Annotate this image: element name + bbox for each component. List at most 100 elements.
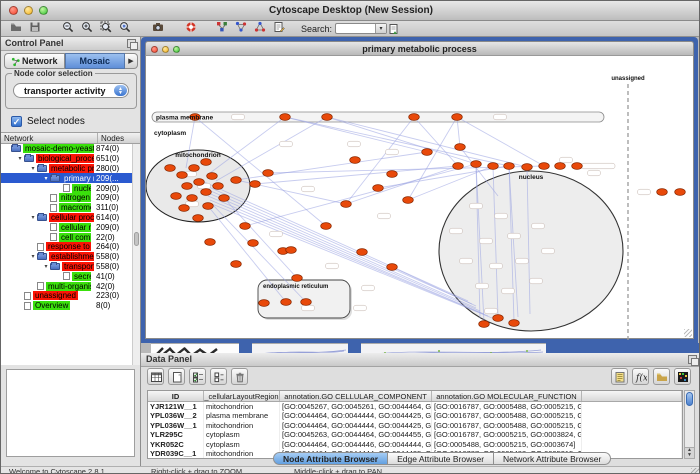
background-window-fragment[interactable] <box>151 343 239 353</box>
network-node[interactable] <box>194 179 205 186</box>
network-node[interactable] <box>373 185 384 192</box>
attribute-table-header[interactable]: ID_cellularLayoutRegionannotation.GO CEL… <box>148 391 682 402</box>
window-resize-grip[interactable] <box>684 329 692 337</box>
network-node[interactable] <box>201 189 212 196</box>
network-node[interactable] <box>301 299 312 306</box>
attribute-list-button[interactable] <box>611 368 628 385</box>
search-input[interactable]: ▾ <box>335 23 387 34</box>
network-node[interactable] <box>657 189 668 196</box>
network-node[interactable] <box>207 173 218 180</box>
app-resize-grip[interactable] <box>691 468 699 474</box>
tree-row[interactable]: Overview8(0) <box>1 301 140 311</box>
network-edge[interactable] <box>408 117 457 200</box>
network-node[interactable] <box>231 261 242 268</box>
network-node[interactable] <box>341 201 352 208</box>
network-node[interactable] <box>675 189 686 196</box>
network-node[interactable] <box>488 163 499 170</box>
network-node[interactable] <box>286 247 297 254</box>
network-node[interactable] <box>509 320 520 327</box>
network-node[interactable] <box>493 315 504 322</box>
network-edge[interactable] <box>346 166 458 204</box>
network-node[interactable] <box>387 264 398 271</box>
network-view-window[interactable]: primary metabolic process plasma membran… <box>141 37 698 343</box>
network-edge[interactable] <box>255 166 458 184</box>
network-node[interactable] <box>240 223 251 230</box>
tab-node-attribute-browser[interactable]: Node Attribute Browser <box>273 452 388 465</box>
tree-row[interactable]: ▾cellular process614(0) <box>1 213 140 223</box>
network-node[interactable] <box>539 163 550 170</box>
table-row[interactable]: YKR052Ccytoplasm[GO:0044464, GO:0044446,… <box>148 440 682 449</box>
tree-row[interactable]: ▾metabolic process280(0) <box>1 164 140 174</box>
tree-row[interactable]: mosaic-demo-yeast874(0) <box>1 144 140 154</box>
tree-row[interactable]: unassigned223(0) <box>1 291 140 301</box>
network-node[interactable] <box>201 159 212 166</box>
background-window-fragment[interactable] <box>361 343 546 353</box>
open-session-icon[interactable] <box>9 20 23 33</box>
network-node[interactable] <box>177 172 188 179</box>
attribute-table[interactable]: ID_cellularLayoutRegionannotation.GO CEL… <box>147 390 683 459</box>
table-row[interactable]: YPL036W__2plasma membrane[GO:0044464, GO… <box>148 411 682 420</box>
tree-row[interactable]: ▾establishment of lo558(0) <box>1 252 140 262</box>
network-canvas[interactable]: plasma membranecytoplasmmitochondrionnuc… <box>145 55 694 339</box>
column-header[interactable]: ID <box>148 391 204 401</box>
unselect-all-attributes-button[interactable] <box>210 368 227 385</box>
table-row[interactable]: YLR295Ccytoplasm[GO:0045263, GO:0044464,… <box>148 430 682 439</box>
float-panel-icon[interactable] <box>127 39 136 48</box>
apply-layout-alt-icon[interactable] <box>253 20 267 33</box>
tree-row[interactable]: multi-organism pro42(0) <box>1 281 140 291</box>
network-edge[interactable] <box>414 117 458 166</box>
zoom-out-icon[interactable] <box>61 20 75 33</box>
tab-mosaic[interactable]: Mosaic <box>65 53 126 69</box>
column-header[interactable] <box>582 391 682 401</box>
help-icon[interactable] <box>184 20 198 33</box>
network-node[interactable] <box>263 170 274 177</box>
network-node[interactable] <box>322 114 333 121</box>
background-window-border[interactable] <box>546 343 700 353</box>
network-node[interactable] <box>179 205 190 212</box>
attribute-table-button[interactable] <box>147 368 164 385</box>
network-node[interactable] <box>403 197 414 204</box>
tree-expander-icon[interactable]: ▾ <box>29 165 37 172</box>
network-node[interactable] <box>250 181 261 188</box>
network-node[interactable] <box>422 149 433 156</box>
tree-row[interactable]: response to stimulu264(0) <box>1 242 140 252</box>
tree-expander-icon[interactable]: ▾ <box>29 214 37 221</box>
network-node[interactable] <box>248 240 259 247</box>
network-overview-icon[interactable] <box>215 20 229 33</box>
network-node[interactable] <box>555 163 566 170</box>
tree-scrollbar[interactable] <box>132 144 140 365</box>
zoom-selected-icon[interactable] <box>118 20 132 33</box>
snapshot-icon[interactable] <box>151 20 165 33</box>
network-edge[interactable] <box>457 117 544 166</box>
network-node[interactable] <box>193 215 204 222</box>
save-session-icon[interactable] <box>28 20 42 33</box>
apply-layout-icon[interactable] <box>234 20 248 33</box>
network-node[interactable] <box>357 249 368 256</box>
select-nodes-checkbox[interactable]: ✓ <box>11 116 22 127</box>
select-all-attributes-button[interactable] <box>189 368 206 385</box>
tree-expander-icon[interactable]: ▾ <box>42 175 50 182</box>
new-attribute-button[interactable] <box>168 368 185 385</box>
background-window-fragment[interactable] <box>252 343 348 353</box>
tab-network[interactable]: Network <box>4 53 65 69</box>
network-node[interactable] <box>452 114 463 121</box>
annotation-icon[interactable] <box>272 20 286 33</box>
network-node[interactable] <box>165 165 176 172</box>
background-window-border[interactable] <box>239 343 252 353</box>
network-node[interactable] <box>409 114 420 121</box>
network-node[interactable] <box>292 275 303 282</box>
import-attributes-icon[interactable] <box>387 22 401 35</box>
network-node[interactable] <box>321 223 332 230</box>
node-color-select[interactable]: transporter activity ▲▼ <box>13 83 129 98</box>
search-dropdown-icon[interactable]: ▾ <box>375 24 386 33</box>
delete-attribute-button[interactable] <box>231 368 248 385</box>
zoom-in-icon[interactable] <box>80 20 94 33</box>
attribute-matrix-button[interactable] <box>674 368 691 385</box>
float-panel-icon[interactable] <box>688 355 697 364</box>
column-header[interactable]: annotation.GO MOLECULAR_FUNCTION <box>432 391 582 401</box>
network-node[interactable] <box>219 195 230 202</box>
network-node[interactable] <box>453 163 464 170</box>
network-view-titlebar[interactable]: primary metabolic process <box>145 41 694 55</box>
column-header[interactable]: _cellularLayoutRegion <box>204 391 280 401</box>
birds-eye-view-panel[interactable] <box>6 369 135 457</box>
